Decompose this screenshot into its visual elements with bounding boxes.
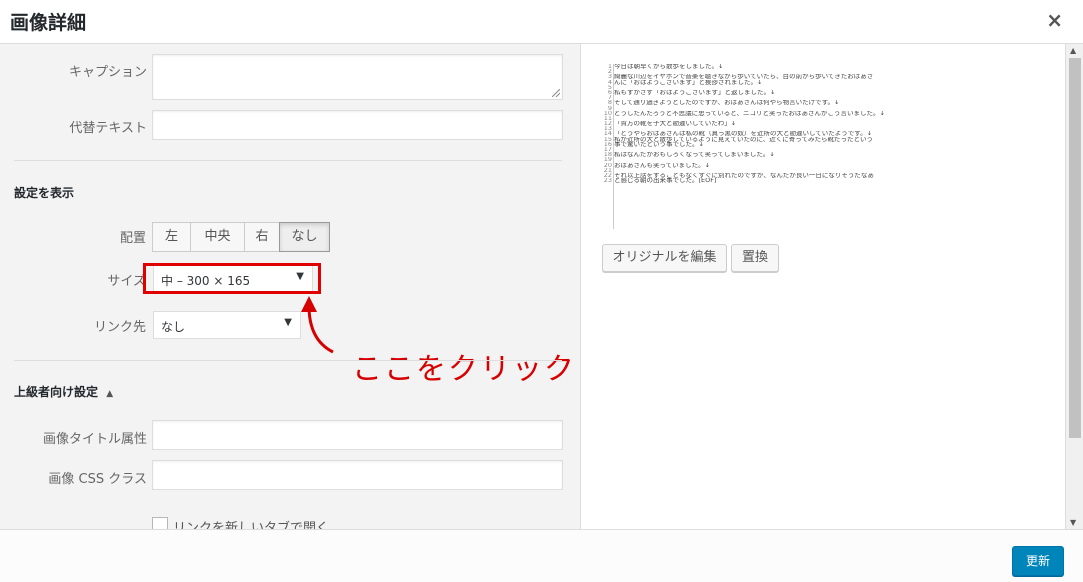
modal-footer: 更新 [0, 529, 1083, 582]
line-number-divider [613, 64, 614, 229]
scrollbar[interactable]: ▲ ▼ [1065, 44, 1083, 529]
align-label: 配置 [119, 231, 146, 246]
link-to-select[interactable]: なし ▼ [153, 311, 301, 339]
display-settings-heading: 設定を表示 [14, 186, 75, 200]
caption-textarea[interactable] [152, 54, 563, 100]
line-text: 私もすかさず「おはようございます」と返しました。↓ [614, 89, 776, 96]
collapse-arrow-icon[interactable]: ▲ [106, 389, 113, 399]
modal-header: 画像詳細 × [0, 0, 1083, 44]
line-text: 今日は朝早くから散歩をしました。↓ [614, 64, 724, 70]
alt-text-label: 代替テキスト [69, 121, 147, 136]
line-text: 事で驚いたという事でした。↓ [614, 141, 704, 147]
line-text: どうしたんだろうと不思議に思っていると、ニコリと笑ったおばあさんがこう言いました… [614, 110, 885, 116]
image-title-label: 画像タイトル属性 [42, 432, 147, 447]
divider [14, 360, 562, 361]
close-icon[interactable]: × [1046, 8, 1063, 32]
replace-button[interactable]: 置換 [731, 244, 779, 272]
line-text: 私はなんだかおもしろくなって笑ってしまいました。↓ [614, 152, 775, 158]
link-to-label: リンク先 [93, 320, 146, 335]
align-right-button[interactable]: 右 [244, 222, 280, 252]
new-tab-checkbox[interactable] [152, 517, 168, 529]
align-button-group: 左 中央 右 なし [152, 222, 330, 252]
align-none-button[interactable]: なし [279, 222, 330, 252]
line-number: 23 [603, 178, 612, 184]
align-center-button[interactable]: 中央 [190, 222, 245, 252]
resize-handle-icon[interactable] [552, 89, 560, 97]
preview-line: 23 と感じる朝の出来事でした。[EOF] [602, 178, 902, 183]
caption-label: キャプション [68, 65, 147, 80]
css-class-input[interactable] [152, 460, 563, 490]
advanced-settings-heading[interactable]: 上級者向け設定 ▲ [14, 383, 113, 400]
annotation-arrow-icon [301, 296, 334, 354]
scrollbar-thumb[interactable] [1069, 58, 1081, 438]
modal-title: 画像詳細 [10, 12, 87, 34]
css-class-label: 画像 CSS クラス [48, 472, 147, 487]
align-left-button[interactable]: 左 [152, 222, 191, 252]
line-text: おばあさんも笑っていました。↓ [614, 162, 711, 168]
link-to-select-value: なし [161, 320, 186, 334]
edit-original-button[interactable]: オリジナルを編集 [602, 244, 727, 272]
update-button[interactable]: 更新 [1012, 546, 1064, 576]
alt-text-input[interactable] [152, 110, 563, 140]
preview-panel: 1 今日は朝早くから散歩をしました。↓ 2 3 綺麗な川辺をイヤホンで音楽を聴きながら歩… [582, 44, 1065, 529]
size-label: サイズ [107, 274, 146, 289]
image-title-input[interactable] [152, 420, 563, 450]
preview-text-lines: 1 今日は朝早くから散歩をしました。↓ 2 3 綺麗な川辺をイヤホンで音楽を聴きながら歩… [602, 64, 902, 183]
line-text: と感じる朝の出来事でした。[EOF] [614, 178, 717, 184]
divider [14, 160, 562, 161]
preview-line: 10 どうしたんだろうと不思議に思っていると、ニコリと笑ったおばあさんがこう言いま… [602, 111, 902, 116]
dropdown-arrow-icon: ▼ [284, 317, 292, 328]
image-preview: 1 今日は朝早くから散歩をしました。↓ 2 3 綺麗な川辺をイヤホンで音楽を聴きながら歩… [602, 64, 902, 229]
new-tab-label: リンクを新しいタブで開く [173, 521, 330, 529]
line-text: そして通り過ぎようとしたのですが、おばあさんは何やら物言いたげです。↓ [614, 100, 840, 106]
line-text: 「貴方の靴を子犬と勘違いしていたわ」↓ [614, 121, 737, 127]
advanced-settings-label: 上級者向け設定 [14, 385, 99, 399]
settings-panel: キャプション 代替テキスト 設定を表示 配置 左 中央 右 なし サイズ 中 –… [0, 44, 581, 529]
annotation-text: ここをクリック [352, 352, 576, 387]
scroll-up-icon[interactable]: ▲ [1070, 46, 1076, 55]
line-text: んに「おはようございます」と挨拶されました。↓ [614, 79, 763, 85]
scroll-down-icon[interactable]: ▼ [1070, 518, 1076, 527]
annotation-highlight-box [143, 263, 321, 294]
